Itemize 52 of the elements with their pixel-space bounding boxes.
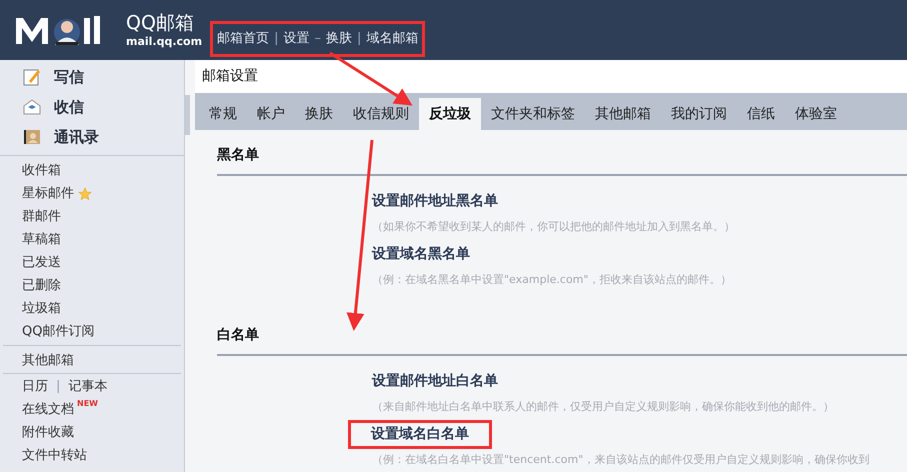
header-link[interactable]: 邮箱首页 (217, 29, 270, 49)
hint-text: （例：在域名白名单中设置"tencent.com"，来自该站点的邮件仅受用户自定义规则影响，确保你收到 (372, 452, 870, 468)
envelope-icon (23, 99, 41, 115)
sidebar-item[interactable]: 群邮件 (22, 206, 61, 226)
separator: – (314, 30, 321, 48)
separator: | (274, 30, 278, 48)
sidebar-item[interactable]: 在线文档 (22, 398, 74, 421)
new-label: NEW (77, 400, 98, 408)
settings-tab[interactable]: 帐户 (247, 98, 295, 130)
sidebar-item[interactable]: 记事本 (68, 375, 108, 398)
header-link[interactable]: 域名邮箱 (366, 29, 418, 49)
sidebar-item[interactable]: 已发送 (22, 252, 61, 272)
sidebar-item[interactable]: QQ邮件订阅 (22, 322, 94, 342)
logo-url: mail.qq.com (126, 36, 202, 46)
header-link[interactable]: 设置 (283, 29, 310, 49)
sidebar-action[interactable]: 收信 (54, 96, 84, 118)
sidebar-item[interactable]: 日历 (22, 375, 48, 398)
sidebar-item[interactable]: 草稿箱 (22, 230, 61, 250)
settings-tab[interactable]: 文件夹和标签 (481, 98, 585, 130)
settings-tab[interactable]: 换肤 (295, 98, 343, 130)
hint-text: （来自邮件地址白名单中联系人的邮件，仅受用户自定义规则影响，确保你能收到他的邮件。） (372, 399, 834, 416)
sidebar-item[interactable]: 附件收藏 (22, 421, 74, 444)
hint-text: （如果你不希望收到某人的邮件，你可以把他的邮件地址加入到黑名单。） (372, 219, 735, 236)
settings-tab[interactable]: 体验室 (785, 98, 847, 130)
settings-tab[interactable]: 常规 (199, 98, 247, 130)
sidebar-action[interactable]: 写信 (54, 66, 84, 88)
sidebar-item[interactable]: 已删除 (22, 276, 61, 296)
settings-link[interactable]: 设置域名黑名单 (372, 244, 470, 264)
settings-tab[interactable]: 收信规则 (343, 98, 419, 130)
section-heading: 白名单 (217, 327, 259, 343)
sidebar-item[interactable]: 文件中转站 (22, 444, 87, 467)
settings-link[interactable]: 设置邮件地址白名单 (372, 370, 498, 392)
separator: | (356, 30, 362, 48)
notepad-pencil-icon (23, 68, 41, 86)
settings-link[interactable]: 设置域名白名单 (348, 420, 492, 448)
separator: | (56, 378, 60, 396)
logo-text: QQ邮箱 (126, 14, 195, 32)
settings-tab[interactable]: 其他邮箱 (585, 98, 661, 130)
settings-tab[interactable]: 信纸 (737, 98, 785, 130)
header-link[interactable]: 换肤 (326, 29, 352, 49)
sidebar-item[interactable]: 星标邮件 (22, 184, 74, 204)
hint-text: （例：在域名黑名单中设置"example.com"，拒收来自该站点的邮件。） (372, 272, 732, 288)
sidebar-item[interactable]: 其他邮箱 (22, 353, 74, 368)
sidebar-item[interactable]: 收件箱 (22, 160, 61, 180)
contact-card-icon (23, 129, 41, 145)
sidebar-item[interactable]: 垃圾箱 (22, 298, 61, 318)
sidebar-action[interactable]: 通讯录 (54, 126, 99, 148)
settings-tab[interactable]: 我的订阅 (661, 98, 737, 130)
page-title: 邮箱设置 (202, 66, 258, 86)
section-heading: 黑名单 (217, 147, 259, 163)
settings-tab[interactable]: 反垃圾 (419, 98, 481, 130)
settings-link[interactable]: 设置邮件地址黑名单 (372, 190, 498, 212)
